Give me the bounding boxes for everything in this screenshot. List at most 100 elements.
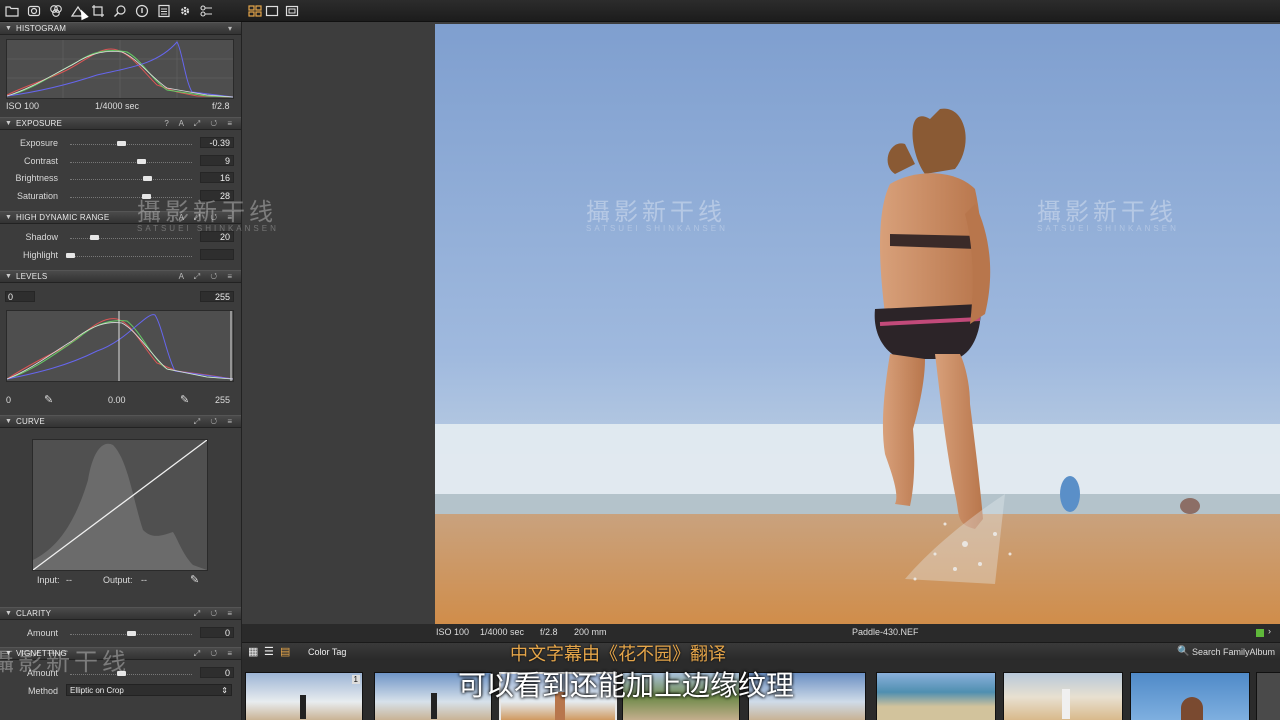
exposure-row-value[interactable]: 9 [200,154,234,166]
collapse-triangle-icon[interactable]: ▼ [5,608,12,620]
histogram-graph [6,39,234,99]
tool-header-icons[interactable]: A ⤢ ↺ ≡ [179,271,236,283]
collapse-triangle-icon[interactable]: ▼ [5,23,12,35]
folder-icon[interactable] [4,3,20,19]
exposure-row-label: Brightness [15,173,58,183]
curve-header[interactable]: ▼ CURVE ⤢ ↺ ≡ [0,415,241,428]
levels-title: LEVELS [16,272,48,281]
hdr-row-slider[interactable] [70,255,192,257]
list-view-icon[interactable]: ☰ [264,645,274,658]
levels-header[interactable]: ▼ LEVELS A ⤢ ↺ ≡ [0,270,241,283]
thumbnail[interactable] [1003,672,1123,720]
adjustments-icon[interactable] [198,3,214,19]
exposure-header[interactable]: ▼ EXPOSURE ? A ⤢ ↺ ≡ [0,117,241,130]
vignetting-method-select[interactable]: Elliptic on Crop ⇕ [66,684,232,696]
hdr-title: HIGH DYNAMIC RANGE [16,213,110,222]
info-shutter: 1/4000 sec [480,627,525,637]
info-icon[interactable] [134,3,150,19]
exposure-row-value[interactable]: 16 [200,172,234,183]
exposure-row-knob[interactable] [142,176,152,181]
exposure-row-knob[interactable] [136,158,146,164]
histogram-iso: ISO 100 [6,101,40,111]
thumbnail[interactable] [1256,672,1280,720]
exposure-row-label: Exposure [19,138,58,148]
thumbnail[interactable] [1130,672,1250,720]
hdr-row-value[interactable] [200,248,234,260]
levels-output-high[interactable]: 255 [215,395,230,405]
exposure-row-label: Contrast [23,155,58,166]
eyedropper-icon[interactable]: ✎ [180,393,189,406]
histogram-aperture: f/2.8 [212,101,230,111]
chevron-down-icon[interactable]: ▾ [228,23,236,35]
eyedropper-icon[interactable]: ✎ [44,393,53,406]
levels-histogram[interactable] [6,310,234,382]
clarity-amount-label: Amount [26,628,58,638]
collapse-triangle-icon[interactable]: ▼ [5,416,12,428]
info-aperture: f/2.8 [540,627,558,637]
tool-header-icons[interactable]: ⤢ ↺ ≡ [194,608,236,620]
curve-graph[interactable] [32,439,208,571]
subtitle-line: 可以看到还能加上边缘纹理 [458,669,795,702]
exposure-row-slider[interactable] [70,161,192,163]
thumbnail-badge: 1 [351,675,360,684]
histogram-header[interactable]: ▼ HISTOGRAM ▾ [0,22,241,35]
tool-header-icons[interactable]: ⤢ ↺ ≡ [194,416,236,428]
chevron-updown-icon: ⇕ [221,686,228,695]
watermark-sub: SATSUEI SHINKANSEN [137,224,279,233]
curve-title: CURVE [16,417,45,426]
main-photo[interactable] [435,24,1280,624]
info-filename: Paddle-430.NEF [852,627,919,637]
clarity-amount-value[interactable]: 0 [200,627,234,638]
watermark-text: 攝影新干线 [1037,198,1177,226]
exposure-row-knob[interactable] [117,141,127,146]
single-view-icon[interactable] [264,3,280,19]
clarity-header[interactable]: ▼ CLARITY ⤢ ↺ ≡ [0,607,241,620]
crop-icon[interactable] [90,3,106,19]
clarity-amount-knob[interactable] [127,631,136,636]
collapse-triangle-icon[interactable]: ▼ [5,118,12,130]
levels-input-low[interactable]: 0 [5,291,35,302]
color-icon[interactable] [48,3,64,19]
image-info-bar: ISO 100 1/4000 sec f/2.8 200 mm Paddle-4… [242,624,1280,642]
fullscreen-icon[interactable] [284,3,300,19]
histogram-shutter: 1/4000 sec [95,101,140,111]
grid-view-icon[interactable] [247,3,263,19]
search-icon: 🔍 [1177,646,1190,657]
curve-output-value: -- [141,575,147,585]
thumbnail[interactable]: 1 [245,672,363,720]
watermark-sub: SATSUEI SHINKANSEN [1037,224,1179,233]
capture-icon[interactable] [26,3,42,19]
hdr-row-label: Highlight [22,249,58,260]
tool-panel: ▼ HISTOGRAM ▾ ISO 100 1/4000 sec f/2.8 ▼… [0,22,242,720]
levels-midtone[interactable]: 0.00 [108,395,126,405]
exposure-row-slider[interactable] [70,179,192,180]
metadata-icon[interactable] [156,3,172,19]
vignetting-amount-value[interactable]: 0 [200,667,234,678]
vignetting-method-value: Elliptic on Crop [70,686,124,695]
collapse-triangle-icon[interactable]: ▼ [5,212,12,224]
tool-header-icons[interactable]: ⤢ ↺ ≡ [194,648,236,660]
collapse-triangle-icon[interactable]: ▼ [5,271,12,283]
hdr-row-slider[interactable] [70,238,192,239]
color-tag-filter[interactable]: Color Tag [308,647,346,657]
chevron-right-icon[interactable]: › [1268,626,1271,636]
tool-header-icons[interactable]: ? A ⤢ ↺ ≡ [164,118,236,130]
capture-one-window: ▼ HISTOGRAM ▾ ISO 100 1/4000 sec f/2.8 ▼… [0,0,1280,720]
grid-view-icon[interactable]: ▦ [248,645,258,658]
hdr-row-knob[interactable] [66,252,75,258]
search-icon[interactable] [112,3,128,19]
hdr-row-knob[interactable] [90,235,100,240]
exposure-row-value[interactable]: -0.39 [200,137,234,148]
clarity-title: CLARITY [16,609,52,618]
eyedropper-icon[interactable]: ✎ [190,573,199,586]
levels-input-high[interactable]: 255 [200,291,234,302]
browser-toolbar: ▦ ☰ ▤ Color Tag 🔍 Search FamilyAlbum [242,642,1280,660]
search-input[interactable]: Search FamilyAlbum [1192,647,1275,657]
watermark-sub: SATSUEI SHINKANSEN [586,224,728,233]
vignetting-method-label: Method [27,686,58,696]
exposure-row-slider[interactable] [70,144,192,145]
levels-output-low[interactable]: 0 [6,395,11,405]
thumbnail[interactable] [876,672,996,720]
filmstrip-view-icon[interactable]: ▤ [280,645,290,658]
settings-icon[interactable] [177,3,193,19]
